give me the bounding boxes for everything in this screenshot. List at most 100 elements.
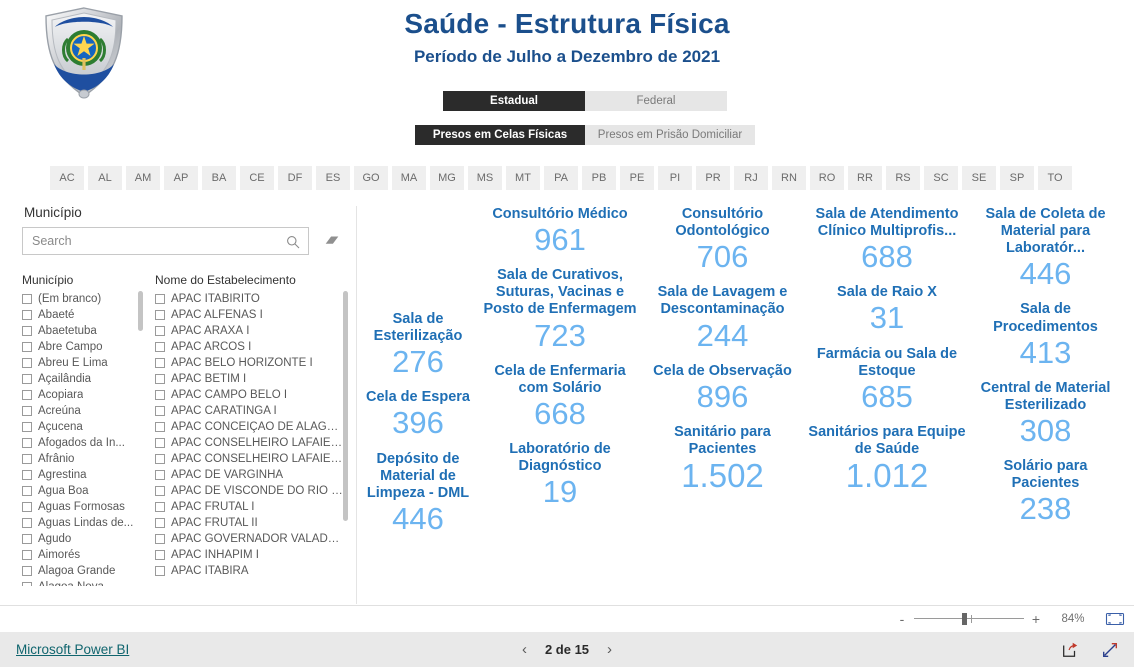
checkbox[interactable] (22, 358, 32, 368)
toggle-federal[interactable]: Federal (585, 91, 727, 111)
municipio-option[interactable]: Abaeté (22, 307, 147, 323)
checkbox[interactable] (155, 422, 165, 432)
checkbox[interactable] (22, 518, 32, 528)
uf-tab-rn[interactable]: RN (772, 166, 806, 190)
municipio-option[interactable]: Águas Lindas de... (22, 515, 147, 531)
municipio-option[interactable]: Abreu E Lima (22, 355, 147, 371)
uf-tab-mt[interactable]: MT (506, 166, 540, 190)
municipio-option[interactable]: Alagoa Grande (22, 563, 147, 579)
checkbox[interactable] (155, 486, 165, 496)
estabelecimento-option[interactable]: APAC DE VARGINHA (155, 467, 350, 483)
kpi-card[interactable]: Sala de Raio X 31 (808, 284, 966, 335)
kpi-card[interactable]: Consultório Odontológico 706 (645, 206, 800, 274)
uf-tab-sc[interactable]: SC (924, 166, 958, 190)
checkbox[interactable] (22, 294, 32, 304)
kpi-card[interactable]: Sanitário para Pacientes 1.502 (645, 424, 800, 495)
uf-tab-se[interactable]: SE (962, 166, 996, 190)
checkbox[interactable] (155, 406, 165, 416)
uf-tab-ac[interactable]: AC (50, 166, 84, 190)
toggle-presos-prisao-domiciliar[interactable]: Presos em Prisão Domiciliar (585, 125, 755, 145)
kpi-card[interactable]: Sala de Esterilização 276 (357, 311, 479, 379)
search-input[interactable] (23, 228, 308, 254)
uf-tab-ba[interactable]: BA (202, 166, 236, 190)
uf-tab-am[interactable]: AM (126, 166, 160, 190)
checkbox[interactable] (22, 422, 32, 432)
checkbox[interactable] (155, 454, 165, 464)
uf-tab-go[interactable]: GO (354, 166, 388, 190)
uf-tab-sp[interactable]: SP (1000, 166, 1034, 190)
municipio-option[interactable]: Abre Campo (22, 339, 147, 355)
kpi-card[interactable]: Sala de Atendimento Clínico Multiprofis.… (808, 206, 966, 274)
next-page-button[interactable]: › (605, 641, 614, 658)
fullscreen-icon[interactable] (1100, 640, 1120, 660)
checkbox[interactable] (22, 454, 32, 464)
kpi-card[interactable]: Solário para Pacientes 238 (968, 458, 1123, 526)
checkbox[interactable] (155, 342, 165, 352)
checkbox[interactable] (22, 390, 32, 400)
municipio-option[interactable]: Águas Formosas (22, 499, 147, 515)
estabelecimento-option[interactable]: APAC CAMPO BELO I (155, 387, 350, 403)
municipio-option[interactable]: Abaetetuba (22, 323, 147, 339)
checkbox[interactable] (22, 310, 32, 320)
estabelecimento-option[interactable]: APAC DE VISCONDE DO RIO BRA... (155, 483, 350, 499)
checkbox[interactable] (155, 518, 165, 528)
kpi-card[interactable]: Cela de Espera 396 (357, 389, 479, 440)
checkbox[interactable] (22, 470, 32, 480)
checkbox[interactable] (155, 294, 165, 304)
estabelecimento-option[interactable]: APAC CARATINGA I (155, 403, 350, 419)
kpi-card[interactable]: Sala de Lavagem e Descontaminação 244 (645, 284, 800, 352)
uf-tab-ce[interactable]: CE (240, 166, 274, 190)
estabelecimento-option[interactable]: APAC ALFENAS I (155, 307, 350, 323)
estabelecimento-option[interactable]: APAC BETIM I (155, 371, 350, 387)
estabelecimento-option[interactable]: APAC ITABIRITO (155, 291, 350, 307)
estabelecimento-option[interactable]: APAC ARCOS I (155, 339, 350, 355)
kpi-card[interactable]: Sala de Coleta de Material para Laborató… (968, 206, 1123, 291)
municipio-scrollbar[interactable] (138, 291, 143, 331)
kpi-card[interactable]: Sala de Curativos, Suturas, Vacinas e Po… (481, 267, 639, 352)
uf-tab-al[interactable]: AL (88, 166, 122, 190)
estabelecimento-option[interactable]: APAC FRUTAL I (155, 499, 350, 515)
checkbox[interactable] (155, 358, 165, 368)
uf-tab-ma[interactable]: MA (392, 166, 426, 190)
eraser-icon[interactable] (321, 230, 343, 252)
checkbox[interactable] (155, 566, 165, 576)
kpi-card[interactable]: Laboratório de Diagnóstico 19 (481, 441, 639, 509)
checkbox[interactable] (22, 550, 32, 560)
checkbox[interactable] (22, 374, 32, 384)
checkbox[interactable] (22, 534, 32, 544)
checkbox[interactable] (22, 406, 32, 416)
uf-tab-rj[interactable]: RJ (734, 166, 768, 190)
municipio-option[interactable]: Açailândia (22, 371, 147, 387)
uf-tab-df[interactable]: DF (278, 166, 312, 190)
municipio-option[interactable]: Agrestina (22, 467, 147, 483)
uf-tab-ap[interactable]: AP (164, 166, 198, 190)
checkbox[interactable] (22, 502, 32, 512)
uf-tab-pa[interactable]: PA (544, 166, 578, 190)
kpi-card[interactable]: Sanitários para Equipe de Saúde 1.012 (808, 424, 966, 495)
kpi-card[interactable]: Farmácia ou Sala de Estoque 685 (808, 346, 966, 414)
municipio-option[interactable]: Alagoa Nova (22, 579, 147, 586)
kpi-card[interactable]: Sala de Procedimentos 413 (968, 301, 1123, 369)
checkbox[interactable] (155, 550, 165, 560)
checkbox[interactable] (155, 390, 165, 400)
kpi-card[interactable]: Central de Material Esterilizado 308 (968, 380, 1123, 448)
checkbox[interactable] (155, 438, 165, 448)
municipio-option[interactable]: Água Boa (22, 483, 147, 499)
uf-tab-to[interactable]: TO (1038, 166, 1072, 190)
checkbox[interactable] (22, 486, 32, 496)
uf-tab-pi[interactable]: PI (658, 166, 692, 190)
previous-page-button[interactable]: ‹ (520, 641, 529, 658)
zoom-slider[interactable] (914, 611, 1024, 627)
municipio-option[interactable]: Aimorés (22, 547, 147, 563)
kpi-card[interactable]: Cela de Observação 896 (645, 363, 800, 414)
checkbox[interactable] (22, 582, 32, 586)
zoom-slider-thumb[interactable] (962, 613, 967, 625)
checkbox[interactable] (22, 342, 32, 352)
uf-tab-ro[interactable]: RO (810, 166, 844, 190)
uf-tab-pr[interactable]: PR (696, 166, 730, 190)
toggle-presos-celas-fisicas[interactable]: Presos em Celas Físicas (415, 125, 585, 145)
checkbox[interactable] (155, 310, 165, 320)
estabelecimento-scrollbar[interactable] (343, 291, 348, 521)
toggle-estadual[interactable]: Estadual (443, 91, 585, 111)
checkbox[interactable] (155, 534, 165, 544)
